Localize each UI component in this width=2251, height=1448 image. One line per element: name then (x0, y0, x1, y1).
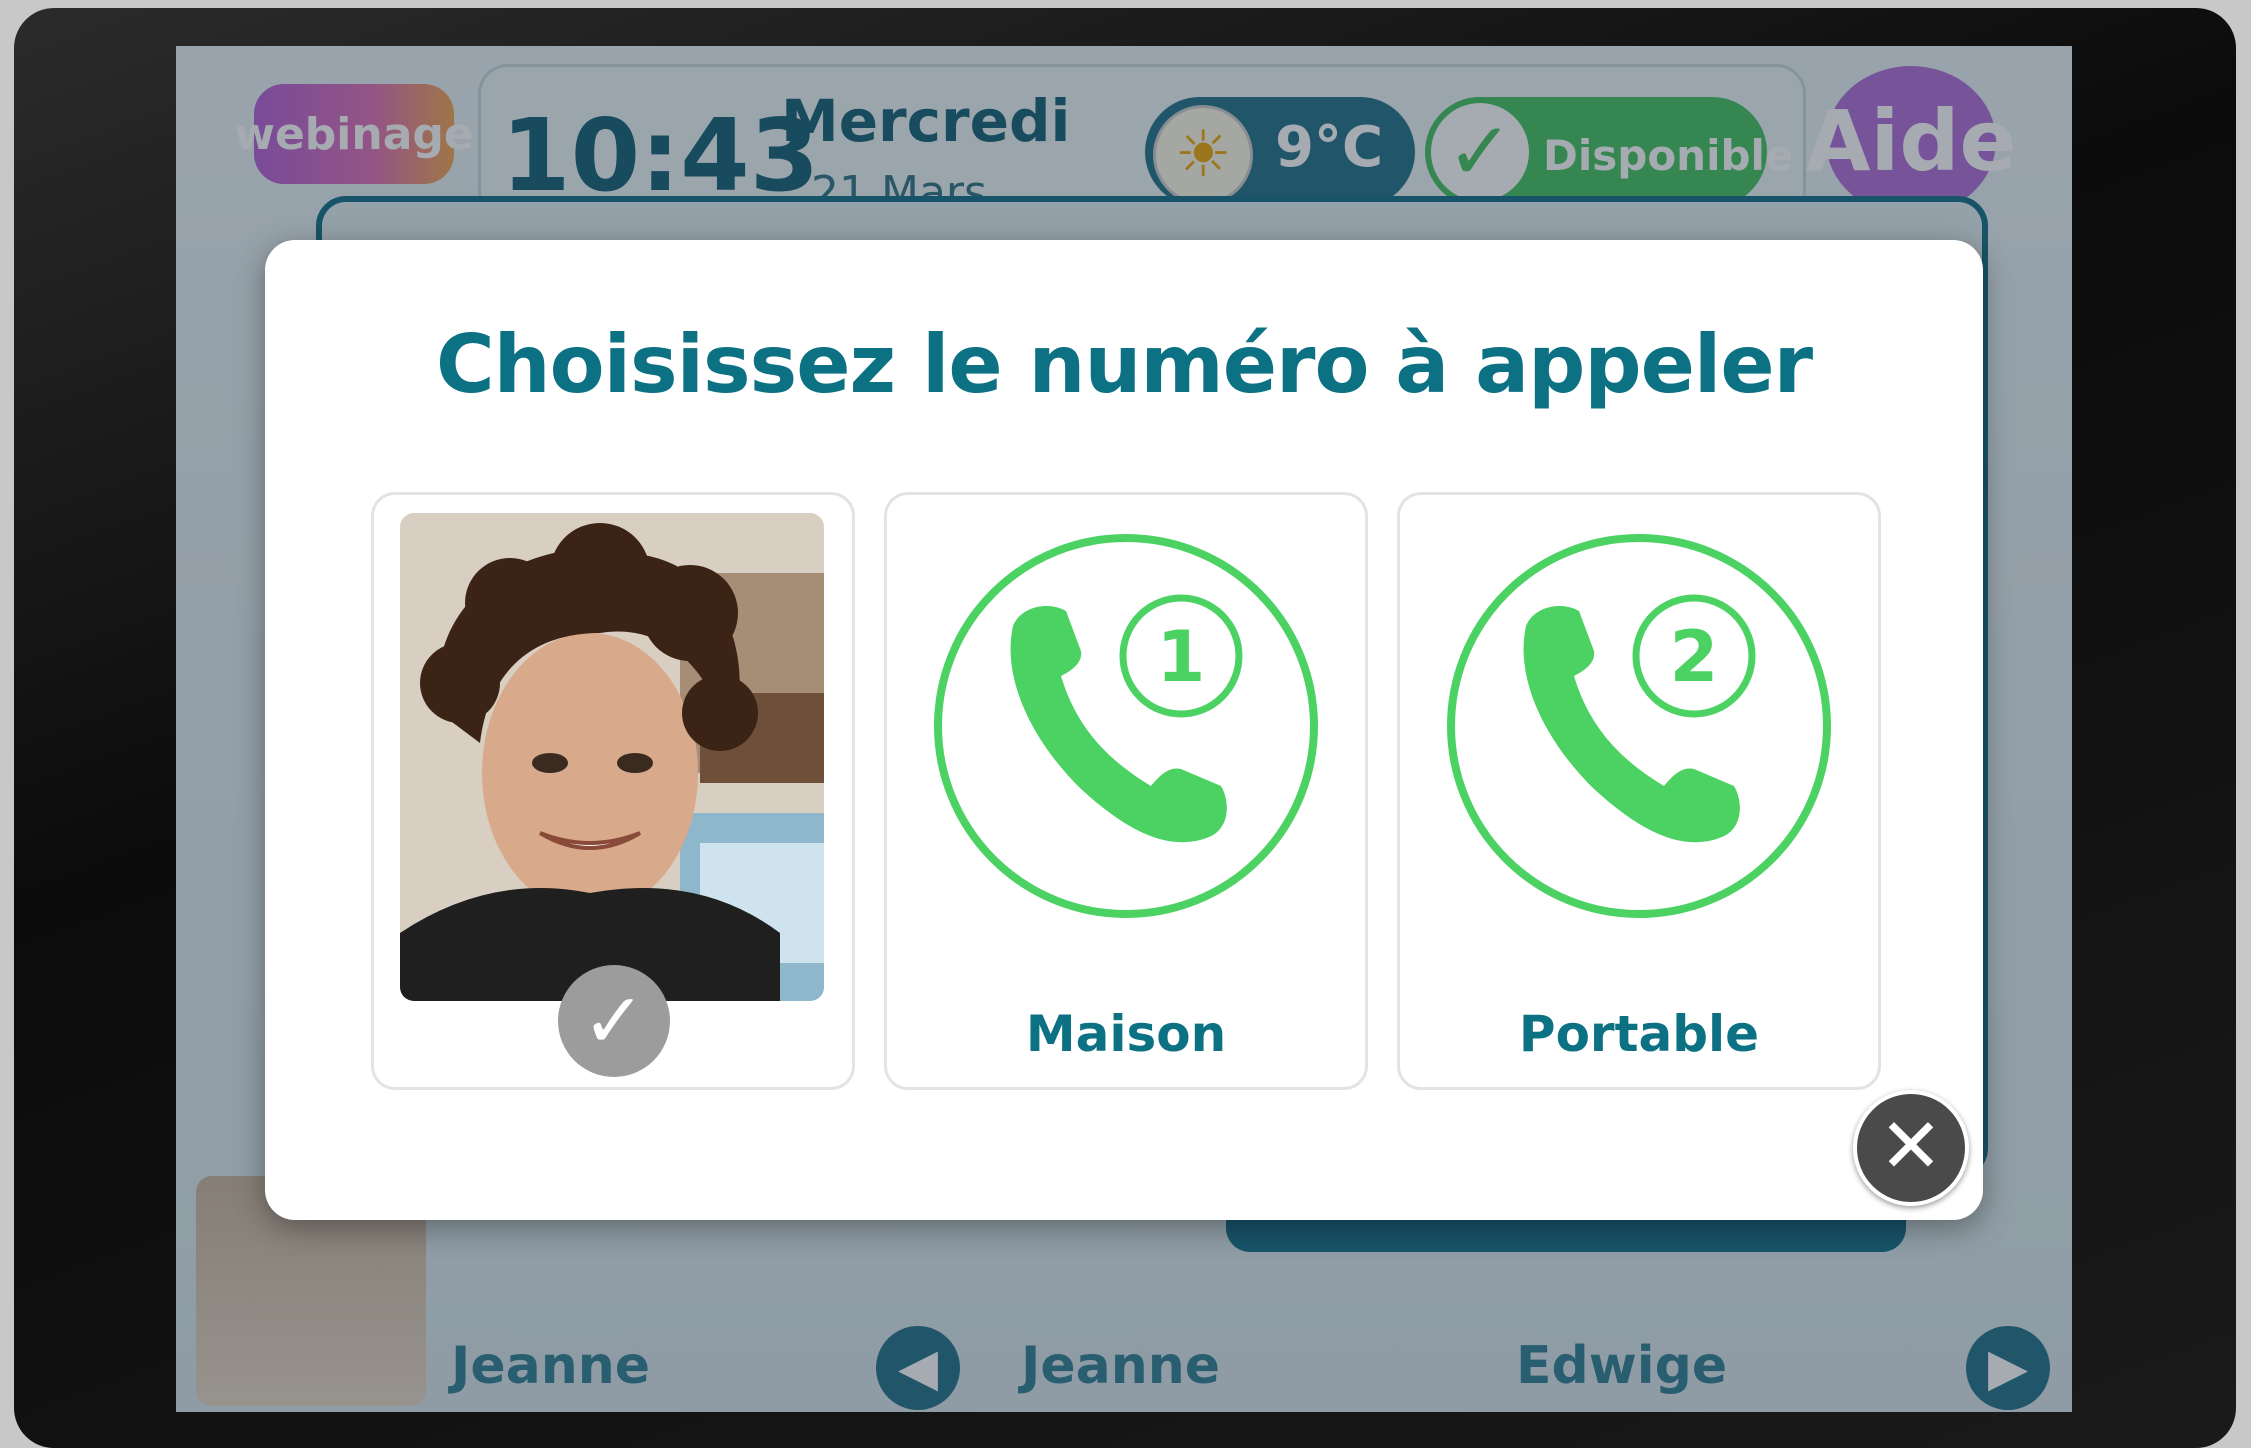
phone-icon: 2 (1447, 534, 1831, 918)
choose-number-dialog: Choisissez le numéro à appeler ✓ 1 Maiso… (265, 240, 1983, 1220)
call-home-option[interactable]: 1 Maison (884, 492, 1368, 1090)
call-mobile-option[interactable]: 2 Portable (1397, 492, 1881, 1090)
selected-check-icon: ✓ (558, 965, 670, 1077)
mobile-label: Portable (1518, 1005, 1760, 1063)
option-number-2: 2 (1670, 616, 1719, 698)
option-number-1: 1 (1157, 616, 1206, 698)
dialog-title: Choisissez le numéro à appeler (435, 318, 1813, 411)
contact-photo-card[interactable]: ✓ (371, 492, 855, 1090)
contact-photo (400, 513, 824, 1001)
close-button[interactable]: ✕ (1853, 1090, 1969, 1206)
phone-icon: 1 (934, 534, 1318, 918)
home-label: Maison (1025, 1005, 1227, 1063)
